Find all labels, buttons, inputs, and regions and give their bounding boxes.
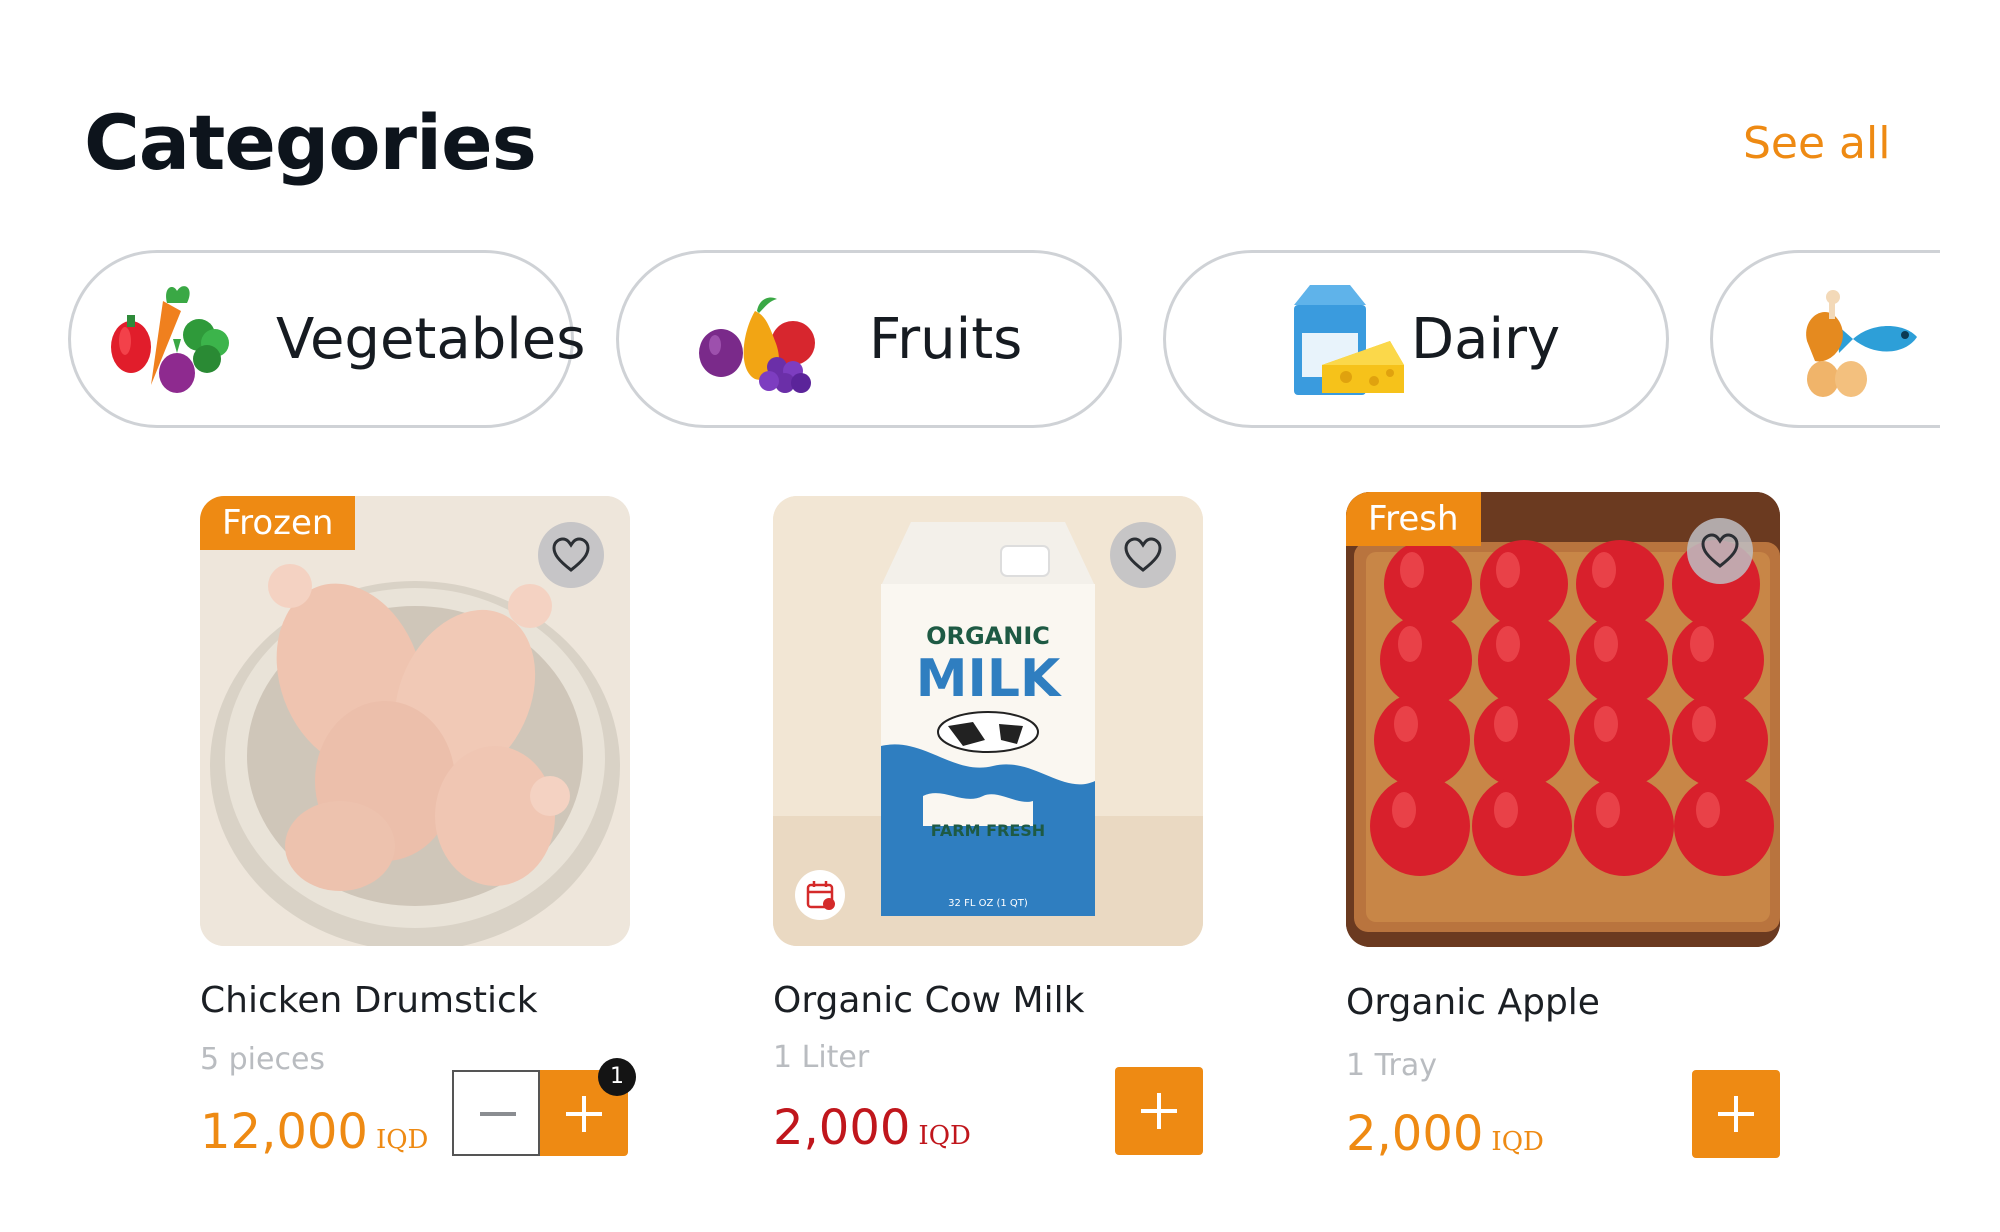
product-badge: Fresh (1346, 492, 1481, 546)
carton-volume-text: 32 FL OZ (1 QT) (948, 898, 1028, 909)
product-unit: 1 Tray (1346, 1048, 1438, 1083)
add-to-cart-button[interactable] (1115, 1067, 1203, 1155)
price-currency: IQD (1491, 1127, 1544, 1157)
favorite-button[interactable] (538, 522, 604, 588)
page-title: Categories (84, 98, 537, 187)
category-label: Vegetables (276, 307, 586, 372)
favorite-button[interactable] (1110, 522, 1176, 588)
price-currency: IQD (375, 1125, 429, 1155)
category-vegetables[interactable]: Vegetables (68, 250, 585, 428)
category-fruits[interactable]: Fruits (616, 250, 1122, 428)
price-value: 2,000 (773, 1100, 911, 1156)
category-dairy[interactable]: Dairy (1163, 250, 1669, 428)
see-all-link[interactable]: See all (1743, 118, 1890, 169)
product-image-chicken[interactable]: Frozen (200, 496, 630, 946)
dairy-icon (1294, 285, 1404, 395)
cart-count-badge: 1 (598, 1058, 636, 1096)
category-label: Fruits (869, 307, 1023, 372)
carton-organic-text: ORGANIC (926, 622, 1050, 650)
category-list: Vegetables Fruits Dairy (0, 248, 1940, 438)
product-image-milk[interactable]: ORGANIC MILK FARM FRESH 32 FL OZ (1 QT) (773, 496, 1203, 946)
carton-farm-fresh-text: FARM FRESH (931, 821, 1045, 840)
calendar-icon (806, 881, 835, 910)
fruits-icon (699, 297, 815, 393)
vegetables-icon (111, 286, 229, 393)
product-price: 12,000 IQD (200, 1104, 428, 1160)
product-name: Organic Apple (1346, 982, 1600, 1023)
product-price: 2,000 IQD (1346, 1106, 1544, 1162)
favorite-button[interactable] (1687, 518, 1753, 584)
decrease-quantity-button[interactable] (452, 1070, 540, 1156)
meat-fish-icon (1806, 290, 1917, 397)
add-to-cart-button[interactable] (1692, 1070, 1780, 1158)
category-label: Dairy (1411, 307, 1561, 372)
carton-milk-text: MILK (916, 649, 1062, 709)
heart-icon (1701, 533, 1739, 568)
category-meat-fish[interactable] (1710, 250, 1940, 428)
product-name: Organic Cow Milk (773, 980, 1085, 1021)
price-currency: IQD (918, 1121, 971, 1151)
product-image-apple[interactable]: Fresh (1346, 492, 1780, 947)
product-name: Chicken Drumstick (200, 980, 538, 1021)
product-badge: Frozen (200, 496, 356, 550)
heart-icon (1124, 537, 1162, 572)
product-unit: 5 pieces (200, 1042, 326, 1077)
price-value: 2,000 (1346, 1106, 1484, 1162)
product-price: 2,000 IQD (773, 1100, 971, 1156)
product-unit: 1 Liter (773, 1040, 870, 1075)
scheduled-delivery-indicator (795, 870, 845, 920)
heart-icon (552, 537, 590, 572)
price-value: 12,000 (200, 1104, 368, 1160)
